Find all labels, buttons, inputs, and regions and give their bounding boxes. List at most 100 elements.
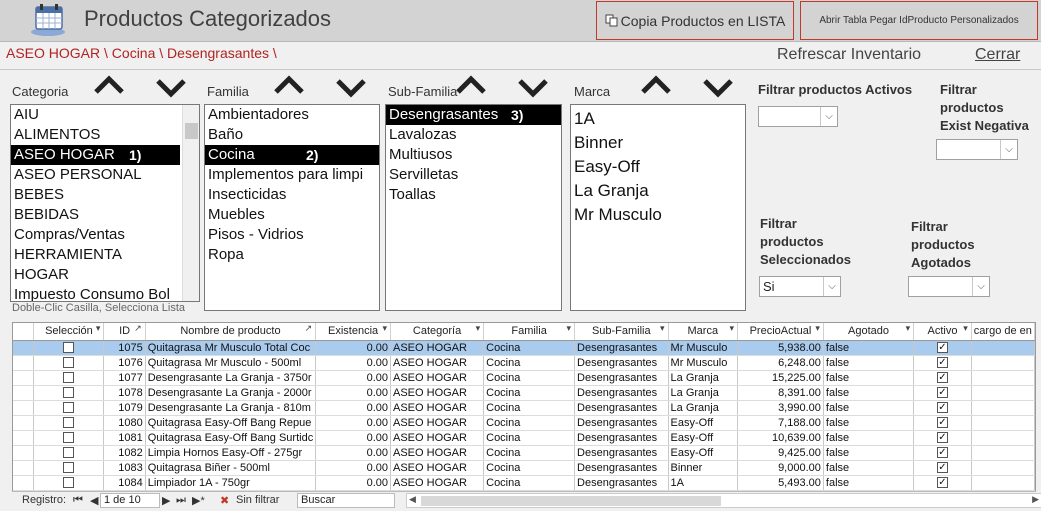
id-cell[interactable]: 1082 <box>103 445 146 461</box>
agotado-cell[interactable]: false <box>823 430 915 446</box>
seleccion-cell[interactable] <box>33 400 105 416</box>
subfamilia-cell[interactable]: Desengrasantes <box>574 400 669 416</box>
seleccion-cell[interactable] <box>33 370 105 386</box>
existencia-cell[interactable]: 0.00 <box>315 445 391 461</box>
categoria-item[interactable]: BEBES <box>11 185 199 205</box>
col-header-nombre[interactable]: Nombre de producto ↗ <box>145 323 317 341</box>
seleccion-cell[interactable] <box>33 355 105 371</box>
seleccion-cell[interactable] <box>33 460 105 476</box>
marca-up-arrow-icon[interactable] <box>639 74 673 96</box>
activo-checkbox[interactable]: ✓ <box>936 462 948 474</box>
name-cell[interactable]: Desengrasante La Granja - 3750r <box>145 370 317 386</box>
name-cell[interactable]: Desengrasante La Granja - 810m <box>145 400 317 416</box>
table-row[interactable]: 1077 Desengrasante La Granja - 3750r 0.00 A… <box>13 370 1035 386</box>
familia-cell[interactable]: Cocina <box>483 370 576 386</box>
activo-cell[interactable]: ✓ <box>913 415 972 431</box>
subfamilia-item-selected[interactable]: Desengrasantes 3) <box>386 105 561 125</box>
agotado-cell[interactable]: false <box>823 400 915 416</box>
col-header-familia[interactable]: Familia ▾ <box>483 323 576 341</box>
activo-cell[interactable]: ✓ <box>913 400 972 416</box>
familia-cell[interactable]: Cocina <box>483 340 576 356</box>
categoria-cell[interactable]: ASEO HOGAR <box>390 385 485 401</box>
existencia-cell[interactable]: 0.00 <box>315 385 391 401</box>
last-record-icon[interactable]: ⏭ <box>176 494 186 507</box>
marca-cell[interactable]: La Granja <box>668 385 739 401</box>
seleccion-cell[interactable] <box>33 475 105 491</box>
table-row[interactable]: 1078 Desengrasante La Granja - 2000r 0.00 A… <box>13 385 1035 401</box>
activo-cell[interactable]: ✓ <box>913 445 972 461</box>
categoria-cell[interactable]: ASEO HOGAR <box>390 445 485 461</box>
activo-checkbox[interactable]: ✓ <box>936 432 948 444</box>
marca-down-arrow-icon[interactable] <box>701 76 735 98</box>
existencia-cell[interactable]: 0.00 <box>315 370 391 386</box>
activo-cell[interactable]: ✓ <box>913 355 972 371</box>
existencia-cell[interactable]: 0.00 <box>315 415 391 431</box>
next-record-icon[interactable]: ▶ <box>162 494 170 507</box>
first-record-icon[interactable]: ⏮ <box>73 494 83 507</box>
subfamilia-up-arrow-icon[interactable] <box>454 74 488 96</box>
familia-cell[interactable]: Cocina <box>483 415 576 431</box>
id-cell[interactable]: 1079 <box>103 400 146 416</box>
categoria-item[interactable]: AIU <box>11 105 199 125</box>
cargo-cell[interactable] <box>971 430 1035 446</box>
categoria-scrollbar[interactable] <box>182 105 199 301</box>
cargo-cell[interactable] <box>971 370 1035 386</box>
familia-item[interactable]: Ambientadores <box>205 105 379 125</box>
close-button[interactable]: Cerrar <box>975 46 1020 64</box>
id-cell[interactable]: 1080 <box>103 415 146 431</box>
familia-cell[interactable]: Cocina <box>483 355 576 371</box>
marca-cell[interactable]: Easy-Off <box>668 415 739 431</box>
familia-down-arrow-icon[interactable] <box>334 76 368 98</box>
activo-cell[interactable]: ✓ <box>913 460 972 476</box>
col-header-marca[interactable]: Marca ▾ <box>668 323 739 341</box>
row-selector[interactable] <box>13 355 35 371</box>
marca-cell[interactable]: Mr Musculo <box>668 355 739 371</box>
marca-item[interactable]: Easy-Off <box>571 155 745 179</box>
agotado-cell[interactable]: false <box>823 415 915 431</box>
subfamilia-item[interactable]: Multiusos <box>386 145 561 165</box>
categoria-cell[interactable]: ASEO HOGAR <box>390 340 485 356</box>
subfamilia-cell[interactable]: Desengrasantes <box>574 475 669 491</box>
categoria-list[interactable]: AIU ALIMENTOS ASEO HOGAR 1) ASEO PERSONAL… <box>10 104 200 302</box>
marca-cell[interactable]: Binner <box>668 460 739 476</box>
activo-checkbox[interactable]: ✓ <box>936 372 948 384</box>
select-checkbox[interactable] <box>63 417 75 429</box>
agotado-cell[interactable]: false <box>823 475 915 491</box>
precio-cell[interactable]: 15,225.00 <box>737 370 824 386</box>
precio-cell[interactable]: 8,391.00 <box>737 385 824 401</box>
familia-up-arrow-icon[interactable] <box>272 74 306 96</box>
subfamilia-cell[interactable]: Desengrasantes <box>574 385 669 401</box>
cargo-cell[interactable] <box>971 400 1035 416</box>
cargo-cell[interactable] <box>971 445 1035 461</box>
row-selector[interactable] <box>13 475 35 491</box>
row-selector[interactable] <box>13 460 35 476</box>
agotado-cell[interactable]: false <box>823 370 915 386</box>
agotados-filter-combo[interactable]: ⌵ <box>908 276 990 297</box>
familia-item[interactable]: Implementos para limpi <box>205 165 379 185</box>
activo-checkbox[interactable]: ✓ <box>936 357 948 369</box>
activo-checkbox[interactable]: ✓ <box>936 342 948 354</box>
search-input[interactable]: Buscar <box>297 493 395 508</box>
categoria-cell[interactable]: ASEO HOGAR <box>390 400 485 416</box>
table-row[interactable]: 1081 Quitagrasa Easy-Off Bang Surtidc 0.00… <box>13 430 1035 446</box>
activo-checkbox[interactable]: ✓ <box>936 477 948 489</box>
familia-cell[interactable]: Cocina <box>483 475 576 491</box>
col-header-cargo[interactable]: cargo de en <box>971 323 1035 341</box>
agotado-cell[interactable]: false <box>823 355 915 371</box>
existencia-cell[interactable]: 0.00 <box>315 400 391 416</box>
marca-cell[interactable]: La Granja <box>668 400 739 416</box>
select-checkbox[interactable] <box>63 477 75 489</box>
familia-item[interactable]: Pisos - Vidrios <box>205 225 379 245</box>
categoria-down-arrow-icon[interactable] <box>154 76 188 98</box>
familia-item[interactable]: Muebles <box>205 205 379 225</box>
cargo-cell[interactable] <box>971 475 1035 491</box>
select-checkbox[interactable] <box>63 372 75 384</box>
id-cell[interactable]: 1083 <box>103 460 146 476</box>
row-selector[interactable] <box>13 370 35 386</box>
categoria-item[interactable]: ALIMENTOS <box>11 125 199 145</box>
categoria-cell[interactable]: ASEO HOGAR <box>390 355 485 371</box>
table-row[interactable]: 1075 Quitagrasa Mr Musculo Total Coc 0.00 A… <box>13 340 1035 356</box>
table-row[interactable]: 1080 Quitagrasa Easy-Off Bang Repue 0.00 AS… <box>13 415 1035 431</box>
subfamilia-cell[interactable]: Desengrasantes <box>574 340 669 356</box>
select-checkbox[interactable] <box>63 462 75 474</box>
